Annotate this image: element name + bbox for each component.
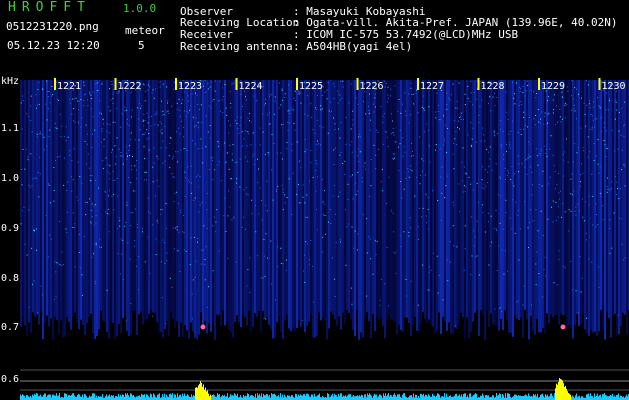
x-tick-mark <box>296 78 298 90</box>
meteor-echo-bar <box>200 381 201 400</box>
y-tick-label: 0.8 <box>1 273 20 284</box>
meteor-echo-bar <box>568 393 569 400</box>
meteor-echo-bar <box>208 393 209 400</box>
meteor-echo-dot <box>560 324 566 330</box>
x-tick-label: 1228 <box>481 81 505 92</box>
file-datetime: 05.12.23 12:20 <box>7 39 100 52</box>
y-tick-label: 0.7 <box>1 322 20 333</box>
meteor-echo-bar <box>569 394 570 400</box>
x-tick-label: 1227 <box>420 81 444 92</box>
meteor-echo-bar <box>555 388 556 400</box>
meteor-echo-bar <box>556 383 557 400</box>
file-name: 0512231220.png <box>6 20 99 33</box>
antenna-value: : A504HB(yagi 4el) <box>293 40 413 53</box>
app-version: 1.0.0 <box>123 2 157 15</box>
x-tick-mark <box>477 78 480 90</box>
x-tick-mark <box>538 78 540 90</box>
meteor-echo-bar <box>561 379 562 400</box>
x-tick-mark <box>235 78 238 90</box>
spectrogram: 1221 1222 1223 1224 1225 1226 1227 1228 1229 1230 <box>20 78 629 400</box>
y-tick-label: 1.1 <box>1 123 20 134</box>
x-tick-mark <box>598 78 601 90</box>
x-tick-label: 1223 <box>178 81 202 92</box>
meteor-echo-bar <box>201 382 202 400</box>
meteor-echo-bar <box>565 385 566 400</box>
meteor-echo-bar <box>210 395 211 400</box>
meteor-echo-bar <box>560 378 561 400</box>
meteor-echo-bar <box>564 386 565 400</box>
x-tick-label: 1230 <box>602 81 626 92</box>
meteor-echo-bar <box>199 383 200 400</box>
antenna-label: Receiving antenna <box>180 40 293 53</box>
meteor-label: meteor <box>125 24 165 37</box>
y-tick-label: 0.9 <box>1 223 20 234</box>
y-axis-unit: kHz <box>1 76 20 87</box>
meteor-echo-bar <box>203 384 204 400</box>
app-name: HROFFT <box>8 0 91 15</box>
meteor-count: 5 <box>138 39 145 52</box>
meteor-echo-bar <box>557 384 558 400</box>
signal-baseline <box>20 324 629 400</box>
meteor-echo-bar <box>558 381 559 400</box>
meteor-echo-bar <box>196 387 197 400</box>
meteor-echo-bar <box>209 396 210 400</box>
x-tick-mark <box>114 78 117 90</box>
meteor-echo-bar <box>202 386 203 400</box>
meteor-echo-bar <box>197 387 198 400</box>
x-tick-label: 1222 <box>118 81 142 92</box>
meteor-echo-bar <box>563 383 564 400</box>
y-tick-label: 0.6 <box>1 374 20 385</box>
meteor-echo-bar <box>562 380 563 400</box>
x-tick-mark <box>54 78 56 90</box>
x-tick-label: 1225 <box>299 81 323 92</box>
meteor-echo-bar <box>198 385 199 400</box>
x-tick-mark <box>175 78 177 90</box>
x-tick-label: 1224 <box>239 81 263 92</box>
meteor-echo-bar <box>205 387 206 400</box>
meteor-echo-bar <box>570 394 571 400</box>
noise-field <box>20 80 629 340</box>
header-panel: HROFFT 1.0.0 0512231220.png meteor 05.12… <box>0 0 629 76</box>
x-tick-label: 1229 <box>541 81 565 92</box>
meteor-echo-bar <box>566 388 567 400</box>
meteor-echo-dot <box>200 324 206 330</box>
meteor-echo-bar <box>567 391 568 400</box>
x-tick-mark <box>417 78 419 90</box>
meteor-echo-bar <box>207 390 208 400</box>
x-tick-label: 1226 <box>360 81 384 92</box>
meteor-echo-bar <box>559 377 560 400</box>
x-tick-label: 1221 <box>57 81 81 92</box>
x-tick-mark <box>356 78 359 90</box>
y-tick-label: 1.0 <box>1 173 20 184</box>
meteor-echo-bar <box>206 391 207 400</box>
meteor-echo-bar <box>204 389 205 400</box>
meteor-echo-bar <box>195 387 196 400</box>
